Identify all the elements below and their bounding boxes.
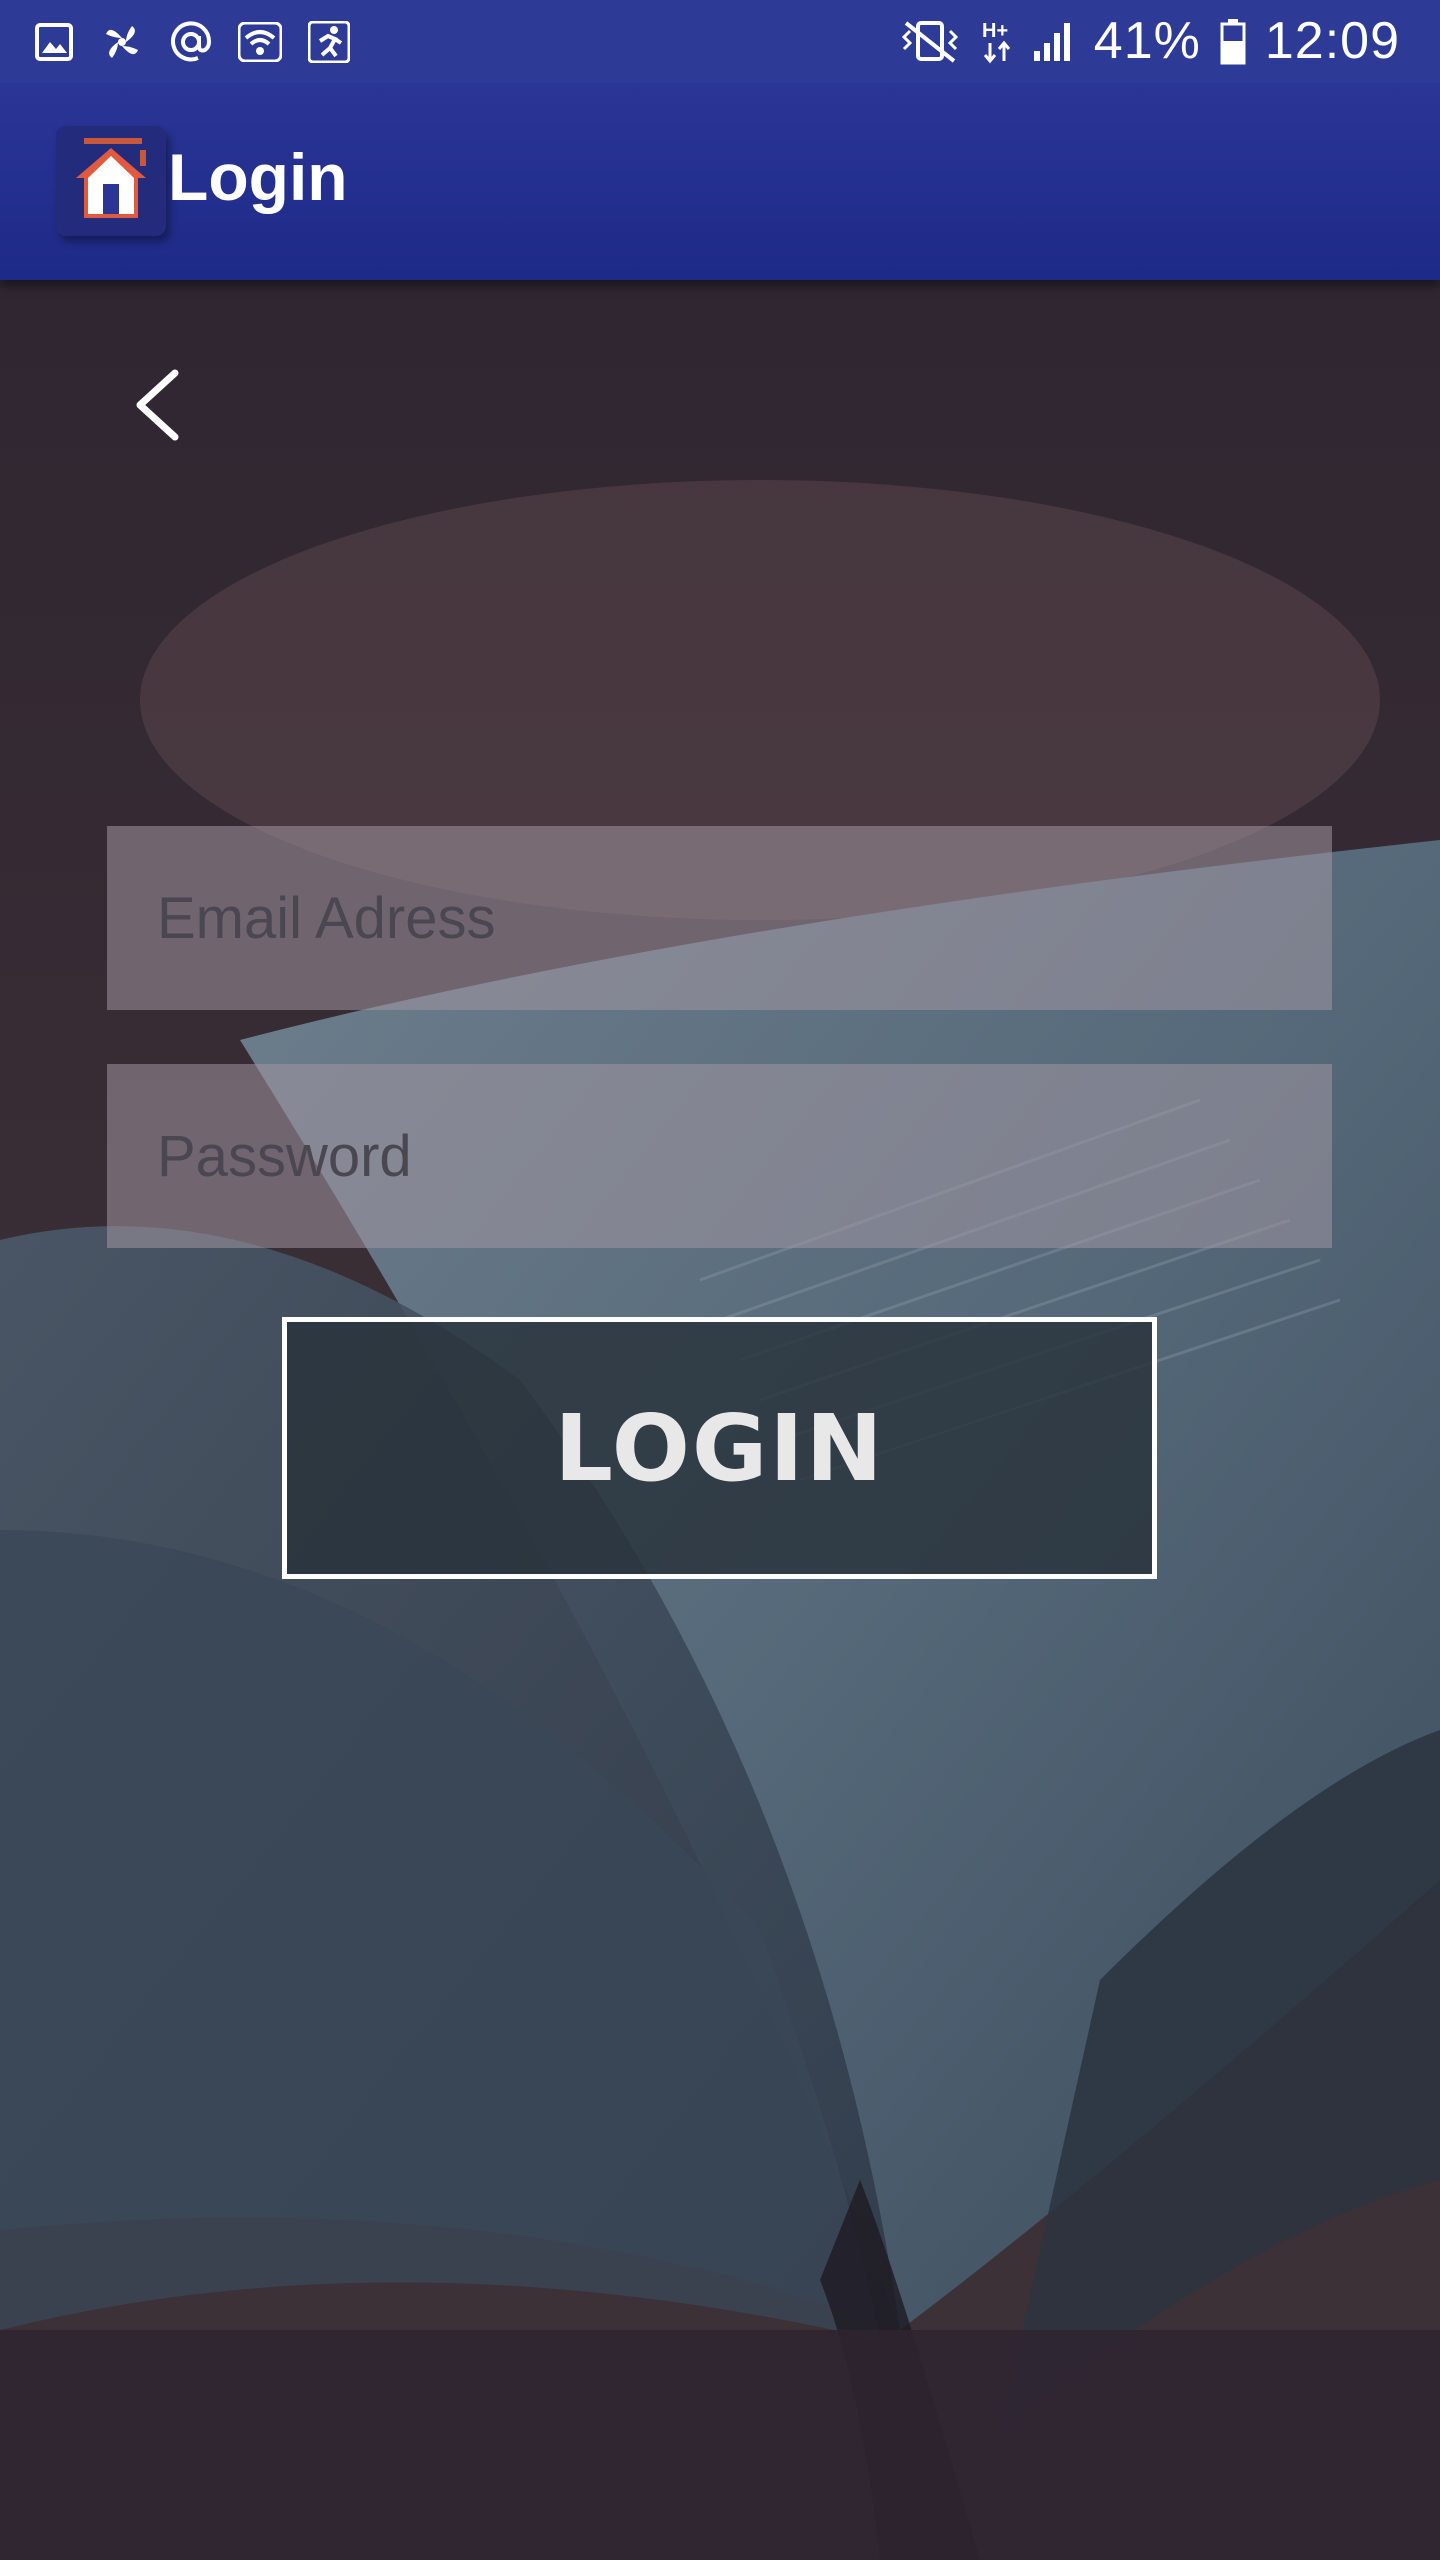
page-title: Login: [168, 140, 348, 214]
house-logo-icon: [56, 126, 166, 236]
at-sign-icon: [170, 21, 212, 63]
running-person-icon: [308, 21, 350, 63]
back-button[interactable]: [120, 355, 200, 455]
status-clock: 12:09: [1264, 12, 1400, 70]
app-bar: Login: [0, 83, 1440, 280]
login-button[interactable]: LOGIN: [282, 1317, 1157, 1579]
status-system: H+ 41% 12:09: [898, 10, 1400, 72]
password-field-container: [107, 1064, 1332, 1248]
signal-icon: [1032, 19, 1076, 63]
status-notifications: [34, 14, 350, 70]
password-field[interactable]: [107, 1064, 1332, 1248]
wifi-icon: [238, 22, 282, 62]
vibrate-mute-icon: [898, 19, 962, 63]
battery-icon: [1219, 17, 1247, 65]
pinwheel-icon: [100, 20, 144, 64]
hplus-data-icon: H+: [980, 17, 1014, 65]
email-field[interactable]: [107, 826, 1332, 1010]
svg-text:H+: H+: [982, 20, 1008, 42]
email-field-container: [107, 826, 1332, 1010]
chevron-left-icon: [136, 369, 179, 441]
gallery-icon: [34, 22, 74, 62]
login-screen: H+ 41% 12:09 Login Email Adress LOGIN: [0, 0, 1440, 2560]
status-bar: H+ 41% 12:09: [0, 0, 1440, 83]
battery-percent: 41%: [1093, 12, 1201, 70]
